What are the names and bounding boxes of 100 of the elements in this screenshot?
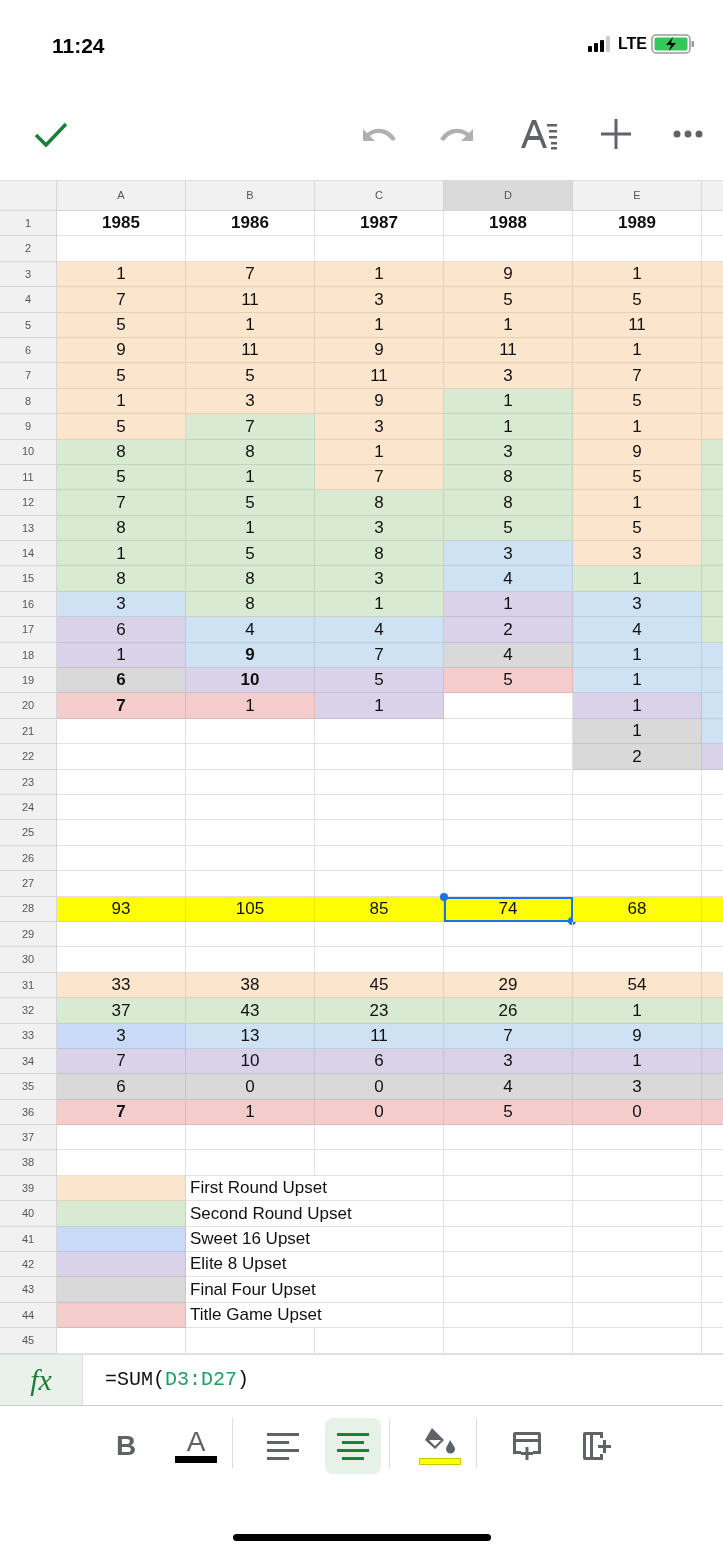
- table-cell[interactable]: 3: [186, 388, 315, 415]
- home-indicator[interactable]: [232, 1533, 491, 1541]
- table-cell[interactable]: 5: [186, 541, 315, 567]
- row-header[interactable]: 24: [0, 795, 57, 821]
- table-cell[interactable]: [315, 921, 444, 948]
- column-header[interactable]: E: [573, 181, 702, 211]
- table-cell[interactable]: [573, 236, 702, 262]
- table-cell[interactable]: 9: [315, 337, 444, 364]
- table-cell[interactable]: 5: [186, 363, 315, 389]
- table-cell[interactable]: 1: [444, 312, 573, 338]
- table-cell[interactable]: [444, 795, 573, 821]
- bold-button[interactable]: B: [98, 1417, 154, 1474]
- table-cell[interactable]: 5: [573, 388, 702, 415]
- table-cell[interactable]: 93: [57, 896, 186, 922]
- column-header[interactable]: A: [57, 181, 186, 211]
- row-header[interactable]: 22: [0, 744, 57, 770]
- table-cell[interactable]: 5: [444, 515, 573, 542]
- row-header[interactable]: 6: [0, 337, 57, 364]
- table-cell[interactable]: 8: [186, 566, 315, 592]
- table-cell[interactable]: [444, 1252, 573, 1278]
- table-cell[interactable]: 1: [57, 388, 186, 415]
- table-cell[interactable]: 9: [57, 337, 186, 364]
- table-cell[interactable]: [57, 921, 186, 948]
- table-cell[interactable]: [57, 795, 186, 821]
- color-swatch[interactable]: [57, 1277, 186, 1303]
- table-cell[interactable]: 5: [444, 1099, 573, 1126]
- table-cell[interactable]: 8: [444, 464, 573, 491]
- table-cell[interactable]: 3: [444, 439, 573, 465]
- table-cell[interactable]: 1: [573, 998, 702, 1024]
- selection-handle[interactable]: [440, 892, 448, 901]
- table-cell[interactable]: 7: [315, 464, 444, 491]
- table-cell[interactable]: 1: [315, 312, 444, 338]
- table-cell[interactable]: 2: [444, 617, 573, 643]
- table-cell[interactable]: 1988: [444, 211, 573, 237]
- table-cell[interactable]: 3: [315, 414, 444, 440]
- table-cell[interactable]: 10: [186, 668, 315, 694]
- table-cell[interactable]: 9: [315, 388, 444, 415]
- column-header[interactable]: [702, 181, 723, 211]
- table-cell[interactable]: [315, 769, 444, 795]
- row-header[interactable]: 25: [0, 820, 57, 846]
- table-cell[interactable]: 3: [315, 515, 444, 542]
- table-cell[interactable]: 5: [57, 414, 186, 440]
- table-cell[interactable]: 11: [186, 337, 315, 364]
- table-cell[interactable]: 7: [186, 261, 315, 288]
- color-swatch[interactable]: [57, 1252, 186, 1278]
- table-cell[interactable]: [315, 845, 444, 872]
- table-cell[interactable]: 9: [444, 261, 573, 288]
- row-header[interactable]: 21: [0, 718, 57, 745]
- row-header[interactable]: 14: [0, 541, 57, 567]
- row-header[interactable]: 38: [0, 1150, 57, 1176]
- table-cell[interactable]: 1: [573, 337, 702, 364]
- row-header[interactable]: 45: [0, 1328, 57, 1354]
- table-cell[interactable]: [444, 236, 573, 262]
- table-cell[interactable]: [186, 947, 315, 973]
- table-cell[interactable]: 3: [315, 287, 444, 313]
- table-cell[interactable]: Final Four Upset: [186, 1277, 444, 1303]
- table-cell[interactable]: First Round Upset: [186, 1175, 444, 1202]
- table-cell[interactable]: 23: [315, 998, 444, 1024]
- table-cell[interactable]: [186, 871, 315, 897]
- table-cell[interactable]: 4: [315, 617, 444, 643]
- row-header[interactable]: 1: [0, 211, 57, 237]
- table-cell[interactable]: 5: [444, 287, 573, 313]
- row-header[interactable]: 31: [0, 972, 57, 999]
- table-cell[interactable]: [444, 1328, 573, 1354]
- table-cell[interactable]: 1: [573, 642, 702, 669]
- table-cell[interactable]: 1: [57, 642, 186, 669]
- table-cell[interactable]: 7: [315, 642, 444, 669]
- table-cell[interactable]: [315, 1125, 444, 1151]
- table-cell[interactable]: 2: [573, 744, 702, 770]
- row-header[interactable]: 12: [0, 490, 57, 516]
- table-cell[interactable]: [315, 795, 444, 821]
- table-cell[interactable]: 0: [315, 1099, 444, 1126]
- table-cell[interactable]: 1: [186, 693, 315, 719]
- row-header[interactable]: 17: [0, 617, 57, 643]
- row-header[interactable]: 2: [0, 236, 57, 262]
- table-cell[interactable]: 5: [186, 490, 315, 516]
- table-cell[interactable]: [315, 1150, 444, 1176]
- table-cell[interactable]: [186, 1150, 315, 1176]
- table-cell[interactable]: 1: [444, 388, 573, 415]
- table-cell[interactable]: 5: [57, 464, 186, 491]
- table-cell[interactable]: [186, 921, 315, 948]
- row-header[interactable]: 39: [0, 1175, 57, 1202]
- table-cell[interactable]: 7: [57, 287, 186, 313]
- table-cell[interactable]: [315, 1328, 444, 1354]
- table-cell[interactable]: 1: [186, 312, 315, 338]
- table-cell[interactable]: 26: [444, 998, 573, 1024]
- table-cell[interactable]: 8: [315, 490, 444, 516]
- table-cell[interactable]: 7: [444, 1023, 573, 1049]
- table-cell[interactable]: [57, 718, 186, 745]
- table-cell[interactable]: 1: [573, 490, 702, 516]
- table-cell[interactable]: [186, 718, 315, 745]
- table-cell[interactable]: 85: [315, 896, 444, 922]
- table-cell[interactable]: [57, 744, 186, 770]
- table-cell[interactable]: 13: [186, 1023, 315, 1049]
- row-header[interactable]: 43: [0, 1277, 57, 1303]
- add-button[interactable]: [601, 119, 631, 149]
- row-header[interactable]: 4: [0, 287, 57, 313]
- table-cell[interactable]: 1989: [573, 211, 702, 237]
- table-cell[interactable]: [444, 820, 573, 846]
- table-cell[interactable]: [573, 1175, 702, 1202]
